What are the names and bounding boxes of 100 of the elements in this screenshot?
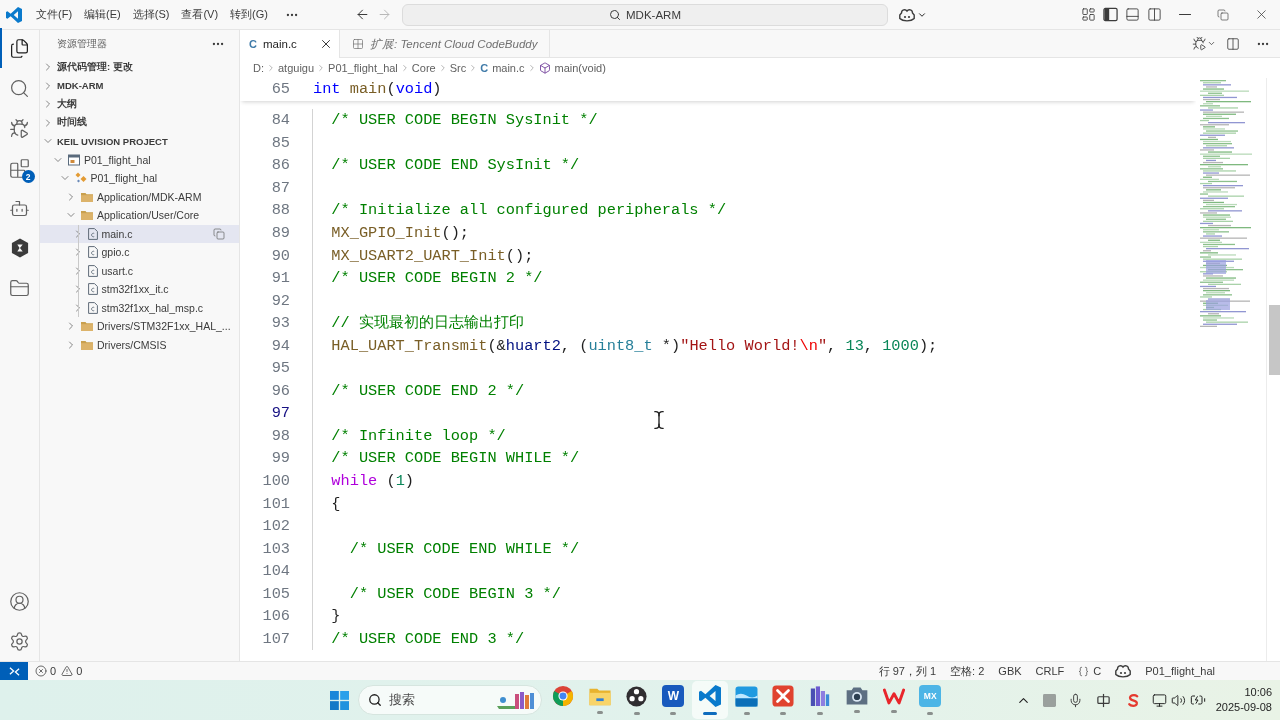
status-bar-item[interactable]: CRLF — [1028, 662, 1072, 680]
bug-play-icon — [1192, 36, 1207, 51]
line-number: 97 — [271, 403, 290, 425]
folder-icon — [81, 339, 93, 350]
line-number: 99 — [271, 448, 290, 470]
status-bar-item[interactable]: P01_flight_hal — [1138, 662, 1222, 680]
network-icon — [1152, 692, 1167, 708]
menu-item[interactable]: 查看(V) — [175, 3, 225, 26]
code-line: /* Initialize all configured peripherals */ — [331, 200, 727, 222]
line-number: 104 — [262, 561, 290, 583]
document-icon: W — [662, 685, 685, 707]
code-line: /* USER CODE END SysInit */ — [331, 155, 580, 177]
code-editor-icon — [699, 685, 722, 707]
tree-item[interactable]: gpio.c — [40, 243, 239, 262]
microphone-icon — [1067, 692, 1083, 708]
tree-item[interactable]: main.c — [40, 224, 239, 243]
tree-item[interactable]: P01_flight_hal — [40, 150, 239, 169]
breadcrumb-item[interactable]: P01_flight_hal — [328, 62, 398, 74]
breadcrumb-item[interactable]: D: — [253, 62, 264, 74]
menu-item[interactable]: 选择(S) — [126, 3, 176, 26]
breadcrumb-item[interactable]: atguigu — [278, 62, 315, 74]
tree-item[interactable]: stm32f1xx_hal_msp.c — [40, 298, 239, 317]
language-mode-button[interactable]: C — [1071, 662, 1109, 680]
editor-tab[interactable]: 扩展: Tencent Cloud CodeBuddy — [340, 30, 551, 58]
folder-icon — [81, 321, 93, 332]
input-method-logo-icon — [1125, 692, 1141, 708]
status-bar-item[interactable]: GBK — [991, 662, 1029, 680]
line-number: 86 — [271, 155, 290, 177]
menu-item[interactable]: 编辑(E) — [78, 3, 127, 26]
breadcrumb-item[interactable]: main(void) — [538, 62, 606, 74]
goggles-face-icon — [899, 7, 915, 22]
minimize-icon — [1179, 13, 1191, 16]
code-line: /* Infinite loop */ — [331, 425, 506, 447]
section-header[interactable]: 源代码管理: 更改 — [40, 58, 239, 77]
remote-button[interactable] — [0, 662, 28, 680]
line-number: 103 — [262, 538, 290, 560]
tree-item[interactable]: Application/MDK-ARM — [40, 187, 239, 206]
square-app-icon — [1042, 693, 1056, 707]
line-number: 106 — [262, 606, 290, 628]
folder-icon — [81, 210, 93, 221]
code-line: int main(void) — [313, 79, 442, 100]
line-number: 90 — [271, 245, 290, 267]
editor-tab[interactable]: C main.c — [240, 30, 340, 58]
status-bar-item[interactable]: 行 97，列 1 — [871, 662, 944, 680]
settings-icon — [9, 630, 30, 652]
search-field[interactable]: 搜索 — [358, 685, 542, 715]
tree-item[interactable]: stm32f1xx_it.c — [40, 280, 239, 299]
braces-icon — [1078, 665, 1090, 677]
section-header[interactable]: 大纲 — [40, 95, 239, 114]
activity-bar-item[interactable]: 2 — [0, 148, 40, 188]
project-window-icon — [68, 153, 80, 166]
sidebar-panel-icon — [1102, 7, 1118, 22]
code-line: /* USER CODE END WHILE */ — [349, 538, 580, 560]
problems-button[interactable]: 0 0 — [30, 662, 88, 680]
extensions-icon — [9, 157, 30, 179]
tree-item[interactable]: P01_flight_hal — [40, 169, 239, 188]
code-line: HAL_UART_Transmit(&huart2, (uint8_t *)"Hello World!\n", 13, 1000); — [331, 335, 938, 357]
code-line: MX_GPIO_Init(); — [331, 222, 470, 244]
clock-date: 2025-09-08 — [1215, 700, 1272, 715]
copy-icon — [213, 227, 225, 240]
section-header[interactable]: MDK-ARM — [40, 76, 239, 95]
c-language-icon: C — [249, 38, 257, 50]
file-icon — [87, 227, 98, 240]
code-line: // 实现最初的日志输出打印 — [331, 313, 524, 335]
menu-item[interactable]: 文件(F) — [30, 3, 79, 26]
chevron-right-icon — [266, 63, 276, 73]
code-line: MX_USART2_UART_Init(); — [331, 245, 534, 267]
start-icon — [329, 690, 349, 710]
sidebar-title: 资源管理器 — [57, 37, 107, 51]
arrow-right-icon — [376, 7, 392, 22]
file-icon — [87, 283, 98, 296]
tree-item[interactable]: Application/User/Core — [40, 206, 239, 225]
code-line: { — [331, 493, 341, 515]
section-header[interactable]: 时间线 — [40, 113, 239, 132]
warning-icon — [61, 665, 74, 677]
status-bar-item[interactable]: 空格: 2 — [943, 662, 992, 680]
scrollbar-thumb — [1269, 305, 1280, 375]
tree-item[interactable]: Drivers/STM32F1xx_HAL_... — [40, 317, 239, 336]
hexagon-icon — [10, 238, 29, 258]
split-panel-icon — [1146, 7, 1162, 22]
line-number: 105 — [262, 583, 290, 605]
tree-item[interactable]: usart.c — [40, 261, 239, 280]
search-icon — [368, 693, 382, 707]
breadcrumb-item[interactable]: Core — [411, 62, 436, 74]
line-number: 89 — [271, 222, 290, 244]
line-number: 100 — [262, 471, 290, 492]
tree-item[interactable]: Drivers/CMSIS — [40, 335, 239, 354]
line-number: 98 — [271, 425, 290, 447]
section-header[interactable]: KEIL UVISION PROJECT — [40, 132, 239, 151]
bottom-panel-icon — [1124, 7, 1140, 22]
taskbar-app[interactable]: W — [655, 681, 692, 719]
bug-play-icon — [9, 117, 30, 139]
files-icon — [9, 37, 30, 59]
line-number: 87 — [271, 177, 290, 199]
code-line: /* USER CODE END 2 */ — [331, 380, 525, 402]
menu-item[interactable]: 转到(G) — [224, 3, 274, 26]
command-center[interactable]: MDK-ARM — [402, 3, 888, 26]
breadcrumb-item[interactable]: C main.c — [480, 62, 525, 74]
breadcrumb-item[interactable]: Src — [449, 62, 467, 74]
line-number: 96 — [271, 380, 290, 402]
